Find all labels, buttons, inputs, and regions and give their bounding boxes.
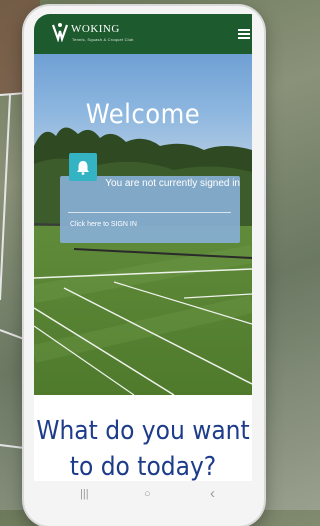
android-nav-bar: ||| ○ ‹ (34, 481, 252, 510)
bell-icon (77, 161, 89, 175)
club-subtitle: Tennis, Squash & Croquet Club (72, 37, 134, 42)
main-question-heading: What do you want to do today? (36, 416, 250, 482)
club-name: WOKING (71, 23, 120, 35)
app-header: WOKING Tennis, Squash & Croquet Club (34, 14, 252, 54)
home-button[interactable]: ○ (144, 488, 151, 500)
signin-status-text: You are not currently signed in (105, 178, 240, 189)
recents-button[interactable]: ||| (80, 488, 89, 500)
back-button[interactable]: ‹ (210, 485, 215, 502)
welcome-title: Welcome (85, 99, 201, 130)
club-logo-icon (51, 23, 69, 42)
app-screen: WOKING Tennis, Squash & Croquet Club Wel… (34, 14, 252, 484)
signin-link[interactable]: Click here to SIGN IN (70, 221, 137, 228)
notification-bell-box (69, 153, 97, 181)
card-divider (68, 212, 231, 213)
hamburger-menu-icon[interactable] (238, 29, 250, 39)
